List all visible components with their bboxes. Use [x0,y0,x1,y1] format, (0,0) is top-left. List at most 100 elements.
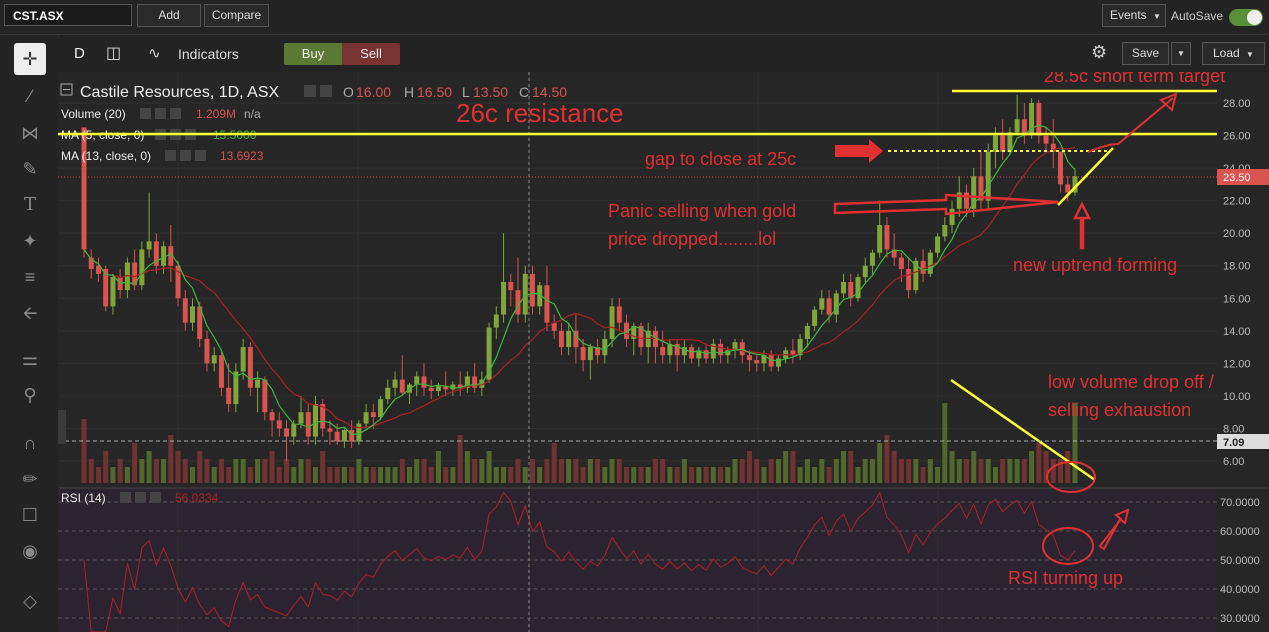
save-menu-button[interactable]: ▼ [1171,42,1191,65]
candle-type-icon[interactable]: ◫ [106,43,121,63]
candle-body [255,379,261,388]
eye-icon[interactable] [165,150,176,161]
volume-bar [356,459,362,483]
pattern-icon[interactable]: ✦ [14,225,46,257]
candle-body [428,387,434,392]
gear-icon[interactable] [135,492,146,503]
price-scale[interactable] [1217,72,1269,632]
pitchfork-icon[interactable]: ⋈ [14,117,46,149]
symbol-search-input[interactable]: CST.ASX [4,4,132,26]
volume-bar [804,459,810,483]
rsi-legend-value: 56.0334 [175,491,219,505]
volume-bar [1036,443,1042,483]
volume-bar [457,435,463,483]
candle-body [190,306,196,323]
gear-icon[interactable] [180,150,191,161]
volume-bar [949,451,955,483]
close-icon[interactable] [150,492,161,503]
high-value: 16.50 [417,84,452,100]
layers-icon[interactable]: ◇ [14,585,46,617]
collapse-handle[interactable] [58,410,66,444]
candle-body [1036,103,1042,136]
volume-bar [124,467,130,483]
brush-icon[interactable]: ✎ [14,153,46,185]
volume-bar [783,451,789,483]
annotation-lowvol-line2: selling exhaustion [1048,400,1191,420]
annotation-panic-line1: Panic selling when gold [608,201,796,221]
volume-bar [920,467,926,483]
volume-bar [942,403,948,483]
candle-body [877,225,883,253]
volume-bar [580,467,586,483]
sell-button[interactable]: Sell [342,43,400,65]
gear-icon[interactable]: ⚙ [1091,42,1107,63]
volume-bar [153,459,159,483]
close-icon[interactable] [170,108,181,119]
volume-bar [349,467,355,483]
add-button[interactable]: Add [137,4,201,27]
zoom-icon[interactable]: ⚲ [14,379,46,411]
candle-body [414,376,420,385]
candle-body [493,314,499,328]
chart-area[interactable]: 28.0026.0024.0022.0020.0018.0016.0014.00… [58,72,1269,632]
volume-bar [284,459,290,483]
pencil-lock-icon[interactable]: ✏ [14,463,46,495]
volume-bar [392,467,398,483]
volume-bar [739,459,745,483]
compare-button[interactable]: Compare [204,4,269,27]
buy-button[interactable]: Buy [284,43,342,65]
back-arrow-icon[interactable]: 🡨 [14,297,46,329]
autosave-toggle[interactable] [1229,9,1263,26]
volume-bar [81,419,87,483]
price-tick-label: 20.00 [1223,228,1251,240]
magnet-icon[interactable]: ∩ [14,427,46,459]
unlock-icon[interactable]: ☐ [14,499,46,531]
price-tick-label: 14.00 [1223,326,1251,338]
text-icon[interactable]: T [14,189,46,221]
eye-icon[interactable] [304,85,316,97]
chevron-down-icon: ▼ [1153,12,1161,21]
price-tick-label: 12.00 [1223,358,1251,370]
candle-body [370,412,376,418]
volume-bar [493,467,499,483]
volume-bar [566,459,572,483]
trendline-icon[interactable]: ∕ [14,80,46,112]
load-dropdown[interactable]: Load ▼ [1202,42,1265,65]
volume-bar [226,467,232,483]
chart-svg[interactable]: 28.0026.0024.0022.0020.0018.0016.0014.00… [58,72,1269,632]
volume-bar [407,467,413,483]
volume-bar [775,459,781,483]
candle-body [754,360,760,364]
volume-bar [269,451,275,483]
volume-bar [558,459,564,483]
volume-bar [761,467,767,483]
eye-icon[interactable] [120,492,131,503]
gear-icon[interactable] [320,85,332,97]
volume-bar [718,467,724,483]
volume-legend-label: Volume (20) [61,107,126,121]
volume-bar [891,451,897,483]
close-icon[interactable] [195,150,206,161]
crosshair-icon[interactable]: ✛ [14,43,46,75]
gear-icon[interactable] [155,108,166,119]
eye-icon[interactable] [140,108,151,119]
volume-bar [88,459,94,483]
indicators-button[interactable]: Indicators [178,46,239,62]
volume-bar [370,467,376,483]
volume-bar [1065,451,1071,483]
volume-bar [1014,459,1020,483]
volume-bar [515,459,521,483]
volume-bar [869,459,875,483]
save-button[interactable]: Save [1122,42,1169,65]
candle-body [204,338,210,364]
interval-button[interactable]: D [74,45,85,62]
eye-icon[interactable]: ◉ [14,535,46,567]
candle-body [884,225,890,250]
fib-icon[interactable]: ≡ [14,261,46,293]
events-dropdown[interactable]: Events ▼ [1102,4,1166,27]
candle-body [609,306,615,339]
ruler-icon[interactable]: ⚌ [14,343,46,375]
volume-bar [240,459,246,483]
candle-body [81,127,87,250]
candle-body [566,330,572,348]
